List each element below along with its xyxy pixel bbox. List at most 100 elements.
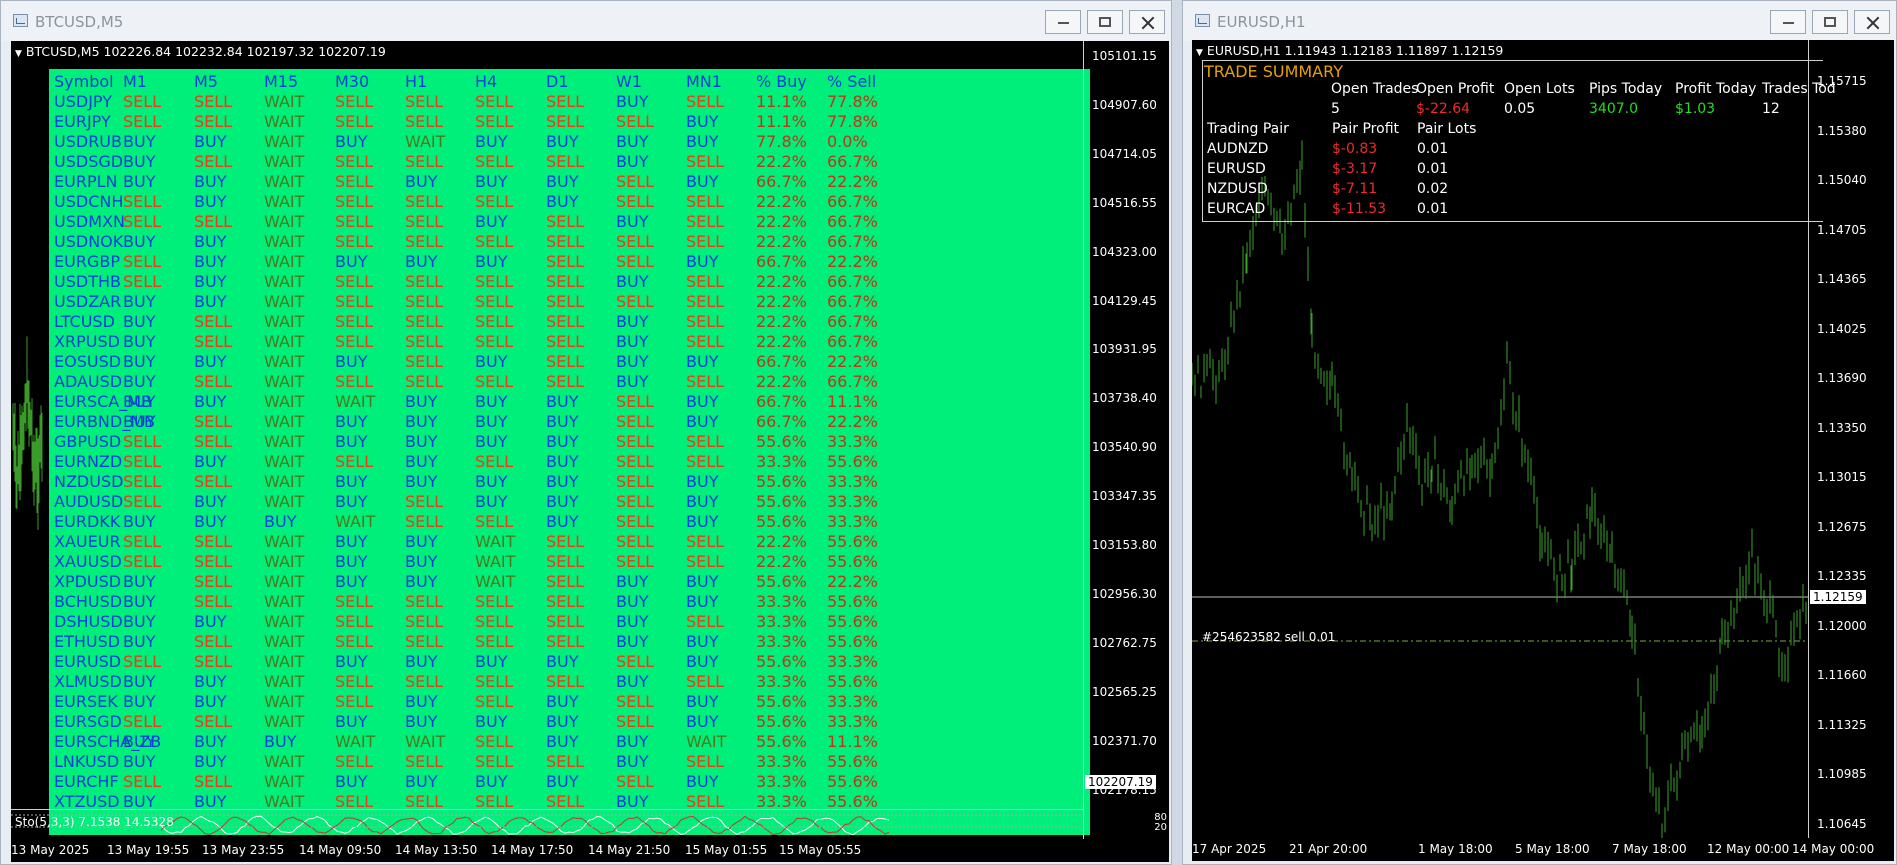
signal-cell: WAIT [264, 592, 305, 611]
signal-cell: SELL [546, 592, 585, 611]
signal-cell: BUY [686, 772, 719, 791]
minimize-button[interactable] [1045, 10, 1081, 34]
signal-cell: WAIT [405, 732, 446, 751]
signal-cell: BUY [686, 712, 719, 731]
signal-cell: SELL [546, 252, 585, 271]
signal-cell: SELL [475, 452, 514, 471]
symbol-cell: EURJPY [54, 112, 111, 131]
signal-cell: BUY [475, 432, 508, 451]
percent-cell: 33.3% [827, 692, 878, 711]
signal-cell: BUY [123, 392, 156, 411]
signal-cell: SELL [194, 772, 233, 791]
percent-cell: 33.3% [827, 432, 878, 451]
window-title: EURUSD,H1 [1217, 13, 1306, 31]
titlebar[interactable]: EURUSD,H1 [1183, 1, 1896, 41]
signal-cell: SELL [616, 552, 655, 571]
close-button[interactable] [1854, 10, 1890, 34]
price-scale[interactable]: 1.15715 1.15380 1.15040 1.14705 1.14365 1.140… [1808, 40, 1894, 838]
signal-cell: BUY [546, 432, 579, 451]
signal-cell: SELL [123, 772, 162, 791]
time-label: 14 May 00:00 [1792, 842, 1875, 856]
close-button[interactable] [1129, 10, 1165, 34]
signal-cell: BUY [123, 152, 156, 171]
minimize-button[interactable] [1770, 10, 1806, 34]
symbol-cell: USDZAR [54, 292, 122, 311]
signal-cell: SELL [405, 752, 444, 771]
signal-cell: WAIT [264, 232, 305, 251]
chart-area[interactable]: ▼ EURUSD,H1 1.11943 1.12183 1.11897 1.121… [1192, 40, 1894, 861]
percent-cell: 22.2% [827, 412, 878, 431]
btcusd-chart-window: BTCUSD,M5 ▼ BTCUSD,M5 102226.84 102232.84… [0, 0, 1172, 865]
signal-cell: BUY [616, 332, 649, 351]
signal-cell: SELL [546, 332, 585, 351]
price-scale[interactable]: 80 20 105101.15 104907.60 104714.05 104516.… [1083, 41, 1169, 839]
signal-cell: BUY [686, 472, 719, 491]
percent-cell: 55.6% [756, 732, 807, 751]
grid-header: H4 [475, 72, 498, 91]
maximize-button[interactable] [1087, 10, 1123, 34]
signal-cell: BUY [546, 492, 579, 511]
signal-cell: SELL [335, 312, 374, 331]
signal-cell: SELL [546, 212, 585, 231]
pair-cell: 0.01 [1417, 201, 1449, 217]
price-label: 1.12335 [1817, 569, 1867, 583]
signal-cell: BUY [616, 572, 649, 591]
percent-cell: 55.6% [756, 472, 807, 491]
signal-cell: SELL [194, 332, 233, 351]
signal-cell: SELL [405, 312, 444, 331]
chart-area[interactable]: ▼ BTCUSD,M5 102226.84 102232.84 102197.32… [11, 41, 1169, 862]
signal-cell: SELL [686, 292, 725, 311]
signal-cell: SELL [123, 652, 162, 671]
signal-cell: SELL [546, 92, 585, 111]
price-label: 105101.15 [1092, 49, 1157, 63]
signal-cell: SELL [546, 532, 585, 551]
pair-cell: NZDUSD [1207, 181, 1268, 197]
signal-cell: BUY [123, 732, 156, 751]
signal-cell: SELL [686, 612, 725, 631]
signal-cell: BUY [194, 192, 227, 211]
signal-cell: BUY [405, 472, 438, 491]
signal-cell: BUY [194, 512, 227, 531]
symbol-cell: EURGBP [54, 252, 120, 271]
signal-cell: SELL [123, 112, 162, 131]
signal-cell: SELL [194, 412, 233, 431]
signal-cell: SELL [686, 332, 725, 351]
signal-cell: SELL [616, 472, 655, 491]
current-price-label: 102207.19 [1085, 775, 1156, 789]
percent-cell: 22.2% [827, 572, 878, 591]
signal-cell: BUY [194, 612, 227, 631]
price-label: 1.10985 [1817, 767, 1867, 781]
price-label: 1.14025 [1817, 321, 1867, 336]
symbol-cell: USDJPY [54, 92, 112, 111]
signal-cell: BUY [475, 772, 508, 791]
signal-cell: WAIT [264, 172, 305, 191]
signal-cell: SELL [686, 672, 725, 691]
pair-cell: EURUSD [1207, 161, 1266, 177]
price-label: 102762.75 [1092, 635, 1157, 650]
maximize-button[interactable] [1812, 10, 1848, 34]
signal-cell: SELL [123, 92, 162, 111]
pair-cell: $-3.17 [1332, 161, 1378, 177]
percent-cell: 55.6% [827, 752, 878, 771]
signal-cell: BUY [546, 172, 579, 191]
summary-value: $-22.64 [1416, 101, 1471, 117]
signal-cell: SELL [616, 772, 655, 791]
signal-cell: BUY [405, 412, 438, 431]
signal-cell: SELL [335, 672, 374, 691]
signal-cell: SELL [616, 292, 655, 311]
symbol-cell: XAUUSD [54, 552, 122, 571]
percent-cell: 11.1% [827, 732, 878, 751]
time-axis: 13 May 2025 13 May 19:55 13 May 23:55 14 Ma… [11, 839, 1169, 862]
signal-cell: WAIT [405, 132, 446, 151]
signal-cell: SELL [546, 312, 585, 331]
price-label: 1.13350 [1817, 420, 1867, 435]
titlebar[interactable]: BTCUSD,M5 [1, 1, 1171, 41]
percent-cell: 55.6% [827, 592, 878, 611]
chart-window-icon [13, 14, 28, 27]
signal-cell: BUY [405, 652, 438, 671]
signal-cell: WAIT [264, 92, 305, 111]
signal-cell: BUY [546, 652, 579, 671]
signal-cell: BUY [686, 572, 719, 591]
signal-cell: BUY [194, 252, 227, 271]
symbol-cell: EURCHF [54, 772, 119, 791]
